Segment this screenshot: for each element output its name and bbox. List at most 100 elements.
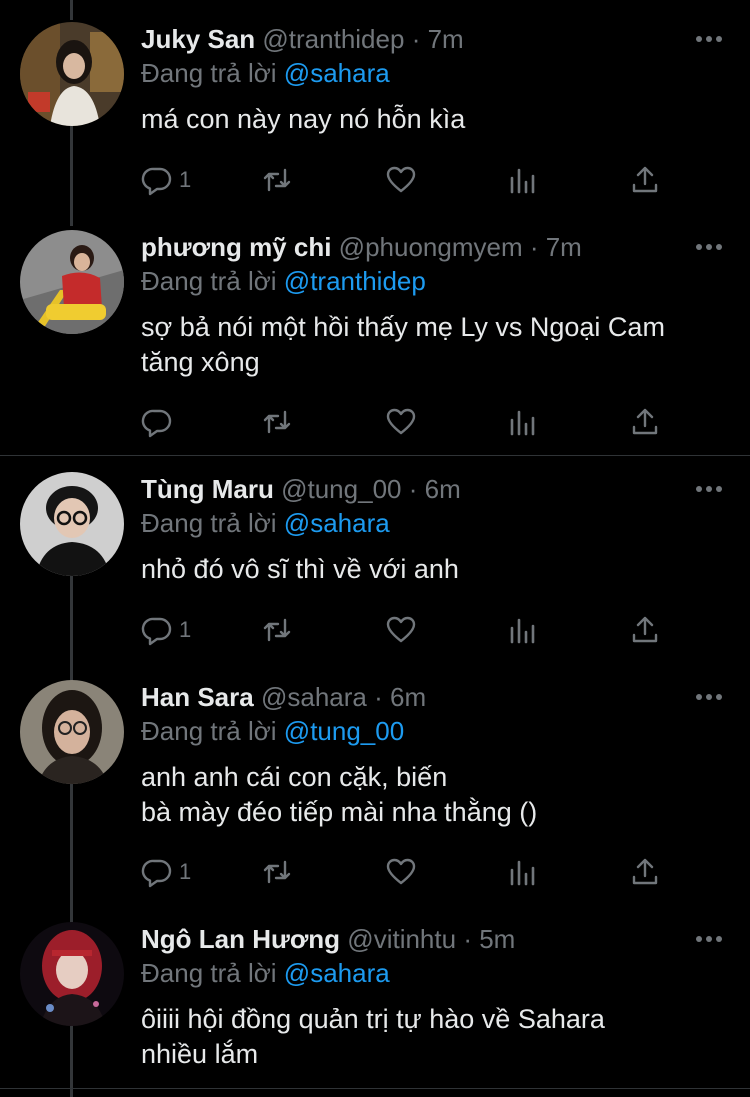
share-icon <box>632 408 658 435</box>
more-icon[interactable] <box>692 684 726 710</box>
author-name[interactable]: Juky San <box>141 24 255 54</box>
mention-link[interactable]: @sahara <box>284 58 390 88</box>
tweet-header: Tùng Maru @tung_00 · 6m <box>141 474 461 505</box>
views-button[interactable] <box>507 402 539 442</box>
like-button[interactable] <box>385 852 417 892</box>
action-bar: 1 <box>141 160 681 200</box>
tweet[interactable]: Tùng Maru @tung_00 · 6m Đang trả lời @sa… <box>0 472 750 662</box>
tweet-text-line: nhiều lắm <box>141 1039 259 1069</box>
share-icon <box>632 616 658 643</box>
retweet-button[interactable] <box>261 402 293 442</box>
reply-icon <box>141 859 172 888</box>
share-button[interactable] <box>629 160 661 200</box>
timestamp[interactable]: · 6m <box>374 682 426 712</box>
reply-button[interactable] <box>141 402 179 442</box>
author-handle[interactable]: @vitinhtu <box>347 924 456 954</box>
mention-link[interactable]: @sahara <box>284 958 390 988</box>
views-icon <box>510 410 535 436</box>
avatar[interactable] <box>20 22 124 126</box>
tweet-header: Han Sara @sahara · 6m <box>141 682 426 713</box>
author-name[interactable]: Han Sara <box>141 682 254 712</box>
author-handle[interactable]: @tung_00 <box>281 474 401 504</box>
tweet-text-line: má con này nay nó hỗn kìa <box>141 104 466 134</box>
tweet-text-line: sợ bả nói một hồi thấy mẹ Ly vs Ngoại Ca… <box>141 312 665 342</box>
mention-link[interactable]: @tranthidep <box>284 266 426 296</box>
tweet-text: ôiiii hội đồng quản trị tự hào về Sahara… <box>141 1002 731 1072</box>
share-button[interactable] <box>629 852 661 892</box>
author-name[interactable]: Tùng Maru <box>141 474 274 504</box>
action-bar: 1 <box>141 852 681 892</box>
reply-button[interactable]: 1 <box>141 160 191 200</box>
author-name[interactable]: phương mỹ chi <box>141 232 331 262</box>
thread-divider <box>0 455 750 456</box>
retweet-button[interactable] <box>261 160 293 200</box>
like-button[interactable] <box>385 160 417 200</box>
tweet-text-line: tăng xông <box>141 347 260 377</box>
avatar[interactable] <box>20 922 124 1026</box>
action-bar: 1 <box>141 610 681 650</box>
tweet-text-line: bà mày đéo tiếp mài nha thằng () <box>141 797 538 827</box>
timestamp[interactable]: · 5m <box>463 924 515 954</box>
like-icon <box>386 858 416 885</box>
retweet-icon <box>263 410 291 434</box>
avatar[interactable] <box>20 472 124 576</box>
like-button[interactable] <box>385 402 417 442</box>
timestamp[interactable]: · 7m <box>530 232 582 262</box>
tweet-header: Ngô Lan Hương @vitinhtu · 5m <box>141 924 515 955</box>
timestamp[interactable]: · 6m <box>409 474 461 504</box>
retweet-button[interactable] <box>261 610 293 650</box>
more-icon[interactable] <box>692 476 726 502</box>
views-button[interactable] <box>507 852 539 892</box>
mention-link[interactable]: @tung_00 <box>284 716 404 746</box>
tweet-text: sợ bả nói một hồi thấy mẹ Ly vs Ngoại Ca… <box>141 310 731 380</box>
reply-button[interactable]: 1 <box>141 852 191 892</box>
views-icon <box>510 168 535 194</box>
author-handle[interactable]: @phuongmyem <box>339 232 523 262</box>
tweet-header: Juky San @tranthidep · 7m <box>141 24 464 55</box>
reply-button[interactable]: 1 <box>141 610 191 650</box>
tweet[interactable]: Ngô Lan Hương @vitinhtu · 5m Đang trả lờ… <box>0 922 750 1082</box>
timestamp[interactable]: · 7m <box>412 24 464 54</box>
tweet-text-line: ôiiii hội đồng quản trị tự hào về Sahara <box>141 1004 605 1034</box>
reply-prefix: Đang trả lời <box>141 958 277 988</box>
like-icon <box>386 408 416 435</box>
retweet-icon <box>263 168 291 192</box>
share-icon <box>632 858 658 885</box>
thread-divider <box>0 1088 750 1089</box>
avatar[interactable] <box>20 230 124 334</box>
views-button[interactable] <box>507 610 539 650</box>
reply-prefix: Đang trả lời <box>141 58 277 88</box>
like-icon <box>386 166 416 193</box>
reply-icon <box>141 167 172 196</box>
share-button[interactable] <box>629 402 661 442</box>
reply-prefix: Đang trả lời <box>141 508 277 538</box>
replying-to: Đang trả lời @sahara <box>141 958 390 989</box>
author-handle[interactable]: @sahara <box>261 682 367 712</box>
author-name[interactable]: Ngô Lan Hương <box>141 924 340 954</box>
tweet[interactable]: phương mỹ chi @phuongmyem · 7m Đang trả … <box>0 230 750 445</box>
views-icon <box>510 860 535 886</box>
more-icon[interactable] <box>692 926 726 952</box>
tweet[interactable]: Han Sara @sahara · 6m Đang trả lời @tung… <box>0 680 750 895</box>
more-icon[interactable] <box>692 234 726 260</box>
like-icon <box>386 616 416 643</box>
reply-count: 1 <box>179 167 192 192</box>
tweet-text-line: nhỏ đó vô sĩ thì về với anh <box>141 554 459 584</box>
tweet-header: phương mỹ chi @phuongmyem · 7m <box>141 232 582 263</box>
author-handle[interactable]: @tranthidep <box>262 24 404 54</box>
retweet-button[interactable] <box>261 852 293 892</box>
mention-link[interactable]: @sahara <box>284 508 390 538</box>
replying-to: Đang trả lời @tranthidep <box>141 266 426 297</box>
share-button[interactable] <box>629 610 661 650</box>
avatar[interactable] <box>20 680 124 784</box>
tweet[interactable]: Juky San @tranthidep · 7m Đang trả lời @… <box>0 22 750 212</box>
tweet-text: má con này nay nó hỗn kìa <box>141 102 731 137</box>
replying-to: Đang trả lời @sahara <box>141 508 390 539</box>
like-button[interactable] <box>385 610 417 650</box>
tweet-text: nhỏ đó vô sĩ thì về với anh <box>141 552 731 587</box>
views-button[interactable] <box>507 160 539 200</box>
share-icon <box>632 166 658 193</box>
tweet-text-line: anh anh cái con cặk, biến <box>141 762 448 792</box>
reply-icon <box>141 409 172 438</box>
more-icon[interactable] <box>692 26 726 52</box>
